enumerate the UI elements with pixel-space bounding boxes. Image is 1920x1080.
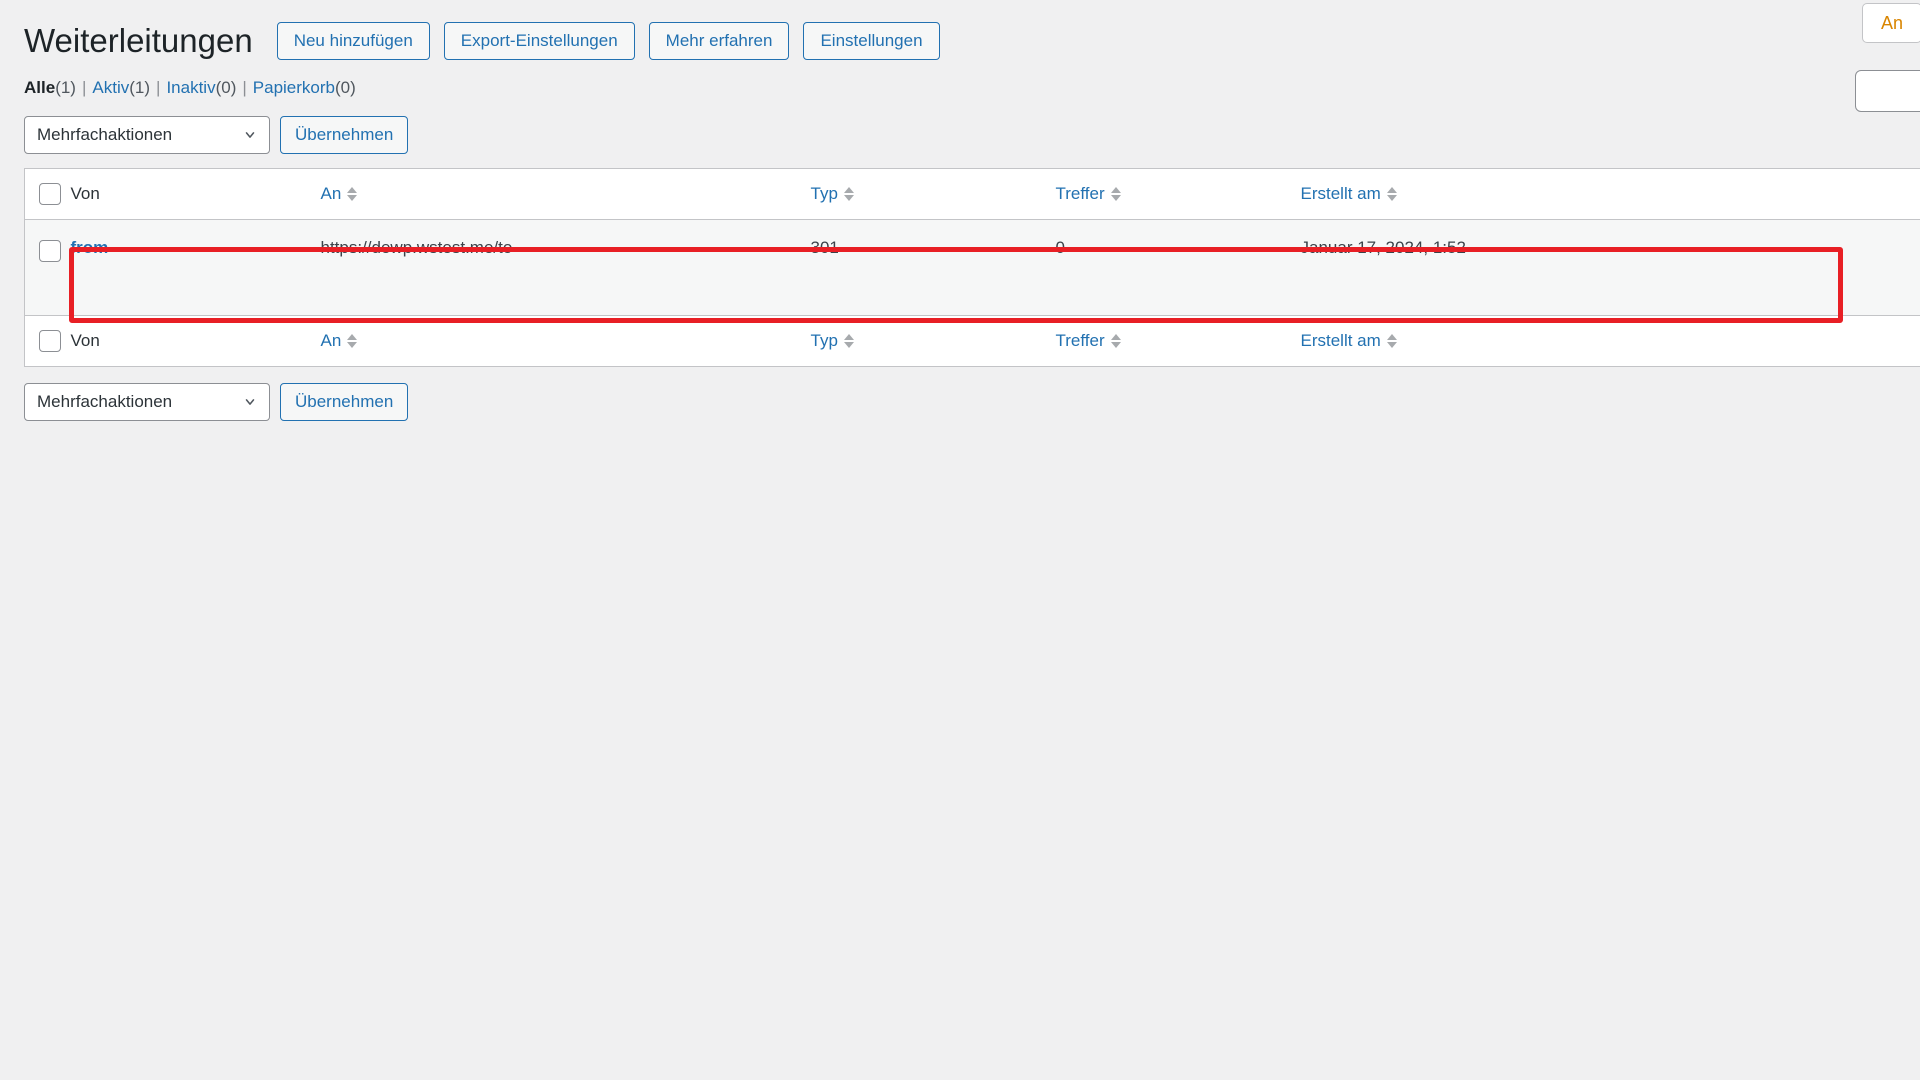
view-link-aktiv[interactable]: Aktiv bbox=[92, 78, 129, 97]
sort-arrows-icon bbox=[1386, 332, 1397, 350]
bulk-action-value-bottom: Mehrfachaktionen bbox=[37, 391, 173, 411]
column-header-an-top: An bbox=[320, 168, 811, 220]
column-header-treffer-bottom: Treffer bbox=[1055, 314, 1301, 367]
cell-von: from bbox=[71, 219, 321, 315]
select-all-header-bottom bbox=[24, 314, 71, 367]
view-link-alle[interactable]: Alle bbox=[24, 78, 55, 97]
sort-link-treffer-top[interactable]: Treffer bbox=[1056, 169, 1121, 219]
sort-arrows-icon bbox=[347, 332, 358, 350]
column-header-von-bottom: Von bbox=[70, 314, 321, 367]
tablenav-bottom: Mehrfachaktionen Übernehmen bbox=[0, 367, 1920, 435]
settings-button[interactable]: Einstellungen bbox=[803, 22, 940, 60]
sort-link-an-bottom[interactable]: An bbox=[321, 316, 358, 366]
view-count-papierkorb: (0) bbox=[335, 78, 356, 97]
column-label-typ-top: Typ bbox=[810, 183, 838, 203]
cell-treffer: 0 bbox=[1055, 237, 1065, 257]
view-count-inaktiv: (0) bbox=[215, 78, 237, 97]
column-label-erstellt-top: Erstellt am bbox=[1300, 183, 1381, 203]
table-header-row: Von An Typ Treffer Erstellt am bbox=[24, 168, 1920, 220]
sort-arrows-icon bbox=[1386, 185, 1397, 203]
view-separator-1: | bbox=[81, 78, 87, 97]
column-label-treffer-top: Treffer bbox=[1055, 183, 1105, 203]
view-separator-2: | bbox=[156, 78, 161, 97]
page-header: Weiterleitungen Neu hinzufügen Export-Ei… bbox=[0, 0, 1920, 64]
column-label-von-top: Von bbox=[70, 183, 100, 203]
table-foot: Von An Typ Treffer Erstellt am bbox=[24, 314, 1920, 367]
sort-link-erstellt-top[interactable]: Erstellt am bbox=[1301, 169, 1397, 219]
column-label-erstellt-bottom: Erstellt am bbox=[1300, 330, 1381, 350]
bulk-action-select-bottom[interactable]: Mehrfachaktionen bbox=[24, 382, 270, 421]
learn-more-button[interactable]: Mehr erfahren bbox=[648, 22, 790, 60]
admin-page: Weiterleitungen Neu hinzufügen Export-Ei… bbox=[0, 0, 1920, 1080]
sort-link-erstellt-bottom[interactable]: Erstellt am bbox=[1301, 316, 1397, 366]
sort-link-treffer-bottom[interactable]: Treffer bbox=[1056, 316, 1121, 366]
tablenav-top: Mehrfachaktionen Übernehmen bbox=[0, 100, 1920, 168]
redirections-table: Von An Typ Treffer Erstellt am from http… bbox=[24, 167, 1920, 367]
table-body: from https://dewp.wstest.me/to 301 0 Jan… bbox=[24, 219, 1920, 316]
column-header-erstellt-top: Erstellt am bbox=[1300, 168, 1920, 220]
row-select-cell bbox=[25, 219, 71, 315]
sort-arrows-icon bbox=[843, 332, 854, 350]
sort-arrows-icon bbox=[843, 185, 854, 203]
column-header-erstellt-bottom: Erstellt am bbox=[1300, 314, 1920, 367]
row-checkbox[interactable] bbox=[39, 239, 61, 262]
sort-arrows-icon bbox=[1110, 332, 1121, 350]
page-title: Weiterleitungen bbox=[24, 22, 253, 60]
table-footer-row: Von An Typ Treffer Erstellt am bbox=[24, 314, 1920, 367]
view-link-papierkorb[interactable]: Papierkorb bbox=[253, 78, 335, 97]
view-count-alle: (1) bbox=[55, 78, 76, 97]
column-label-an-top: An bbox=[320, 183, 342, 203]
top-right-button[interactable]: An bbox=[1862, 3, 1920, 43]
cell-erstellt: Januar 17, 2024, 1:52 bbox=[1300, 237, 1466, 257]
sort-arrows-icon bbox=[347, 185, 358, 203]
column-label-von-bottom: Von bbox=[70, 330, 100, 350]
column-header-typ-top: Typ bbox=[810, 168, 1056, 220]
view-link-inaktiv[interactable]: Inaktiv bbox=[166, 78, 215, 97]
chevron-down-icon bbox=[245, 398, 255, 405]
table-row[interactable]: from https://dewp.wstest.me/to 301 0 Jan… bbox=[24, 219, 1920, 316]
apply-button-bottom[interactable]: Übernehmen bbox=[280, 382, 409, 421]
column-label-an-bottom: An bbox=[320, 330, 342, 350]
cell-an: https://dewp.wstest.me/to bbox=[320, 237, 513, 257]
select-all-checkbox-top[interactable] bbox=[39, 183, 61, 206]
table-head: Von An Typ Treffer Erstellt am bbox=[24, 168, 1920, 220]
select-all-header-top bbox=[24, 168, 71, 220]
sort-link-typ-top[interactable]: Typ bbox=[811, 169, 854, 219]
column-label-typ-bottom: Typ bbox=[810, 330, 838, 350]
bulk-action-select-top[interactable]: Mehrfachaktionen bbox=[24, 115, 270, 154]
view-separator-3: | bbox=[242, 78, 247, 97]
column-header-von-top: Von bbox=[70, 168, 321, 220]
sort-link-typ-bottom[interactable]: Typ bbox=[811, 316, 854, 366]
view-filter-links: Alle(1) | Aktiv(1) | Inaktiv(0) | Papierkorb(0… bbox=[0, 64, 1920, 100]
column-header-treffer-top: Treffer bbox=[1055, 168, 1301, 220]
column-header-an-bottom: An bbox=[320, 314, 811, 367]
add-new-button[interactable]: Neu hinzufügen bbox=[276, 22, 430, 60]
sort-arrows-icon bbox=[1110, 185, 1121, 203]
apply-button-top[interactable]: Übernehmen bbox=[280, 115, 409, 154]
row-source-link[interactable]: from bbox=[71, 238, 109, 257]
select-all-checkbox-bottom[interactable] bbox=[39, 330, 61, 353]
search-input[interactable] bbox=[1855, 70, 1920, 112]
chevron-down-icon bbox=[245, 131, 255, 138]
export-settings-button[interactable]: Export-Einstellungen bbox=[443, 22, 635, 60]
column-label-treffer-bottom: Treffer bbox=[1055, 330, 1105, 350]
view-count-aktiv: (1) bbox=[129, 78, 151, 97]
bulk-action-value-top: Mehrfachaktionen bbox=[37, 124, 173, 144]
cell-typ: 301 bbox=[810, 237, 839, 257]
sort-link-an-top[interactable]: An bbox=[321, 169, 358, 219]
column-header-typ-bottom: Typ bbox=[810, 314, 1056, 367]
